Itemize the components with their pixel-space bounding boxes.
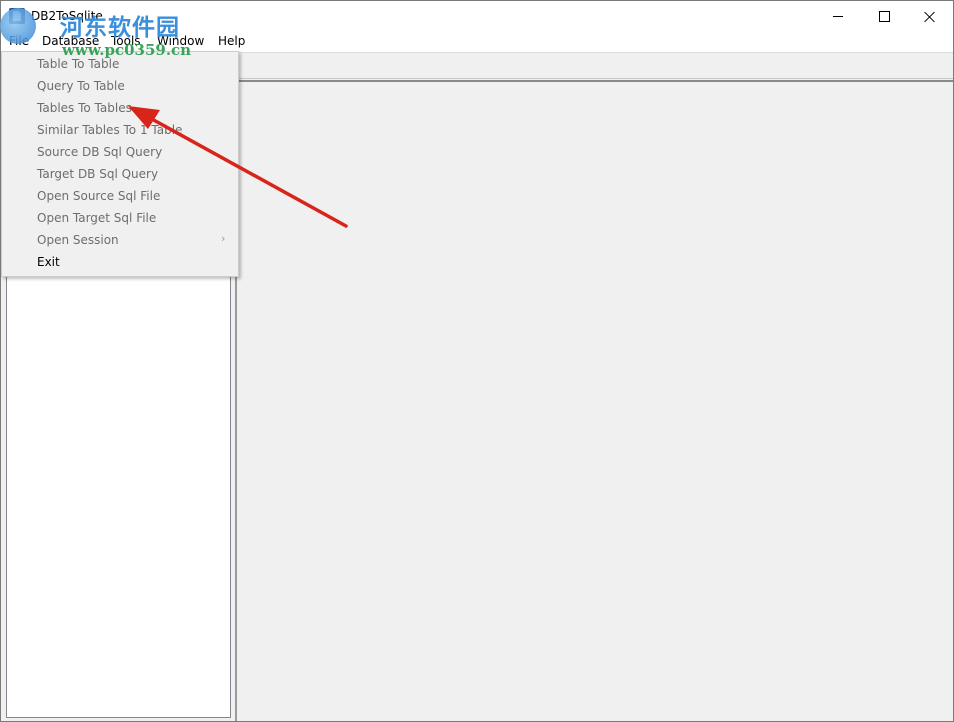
arrow-head-icon (128, 106, 160, 129)
arrow-shaft (148, 116, 348, 228)
annotation-arrow (128, 106, 348, 228)
